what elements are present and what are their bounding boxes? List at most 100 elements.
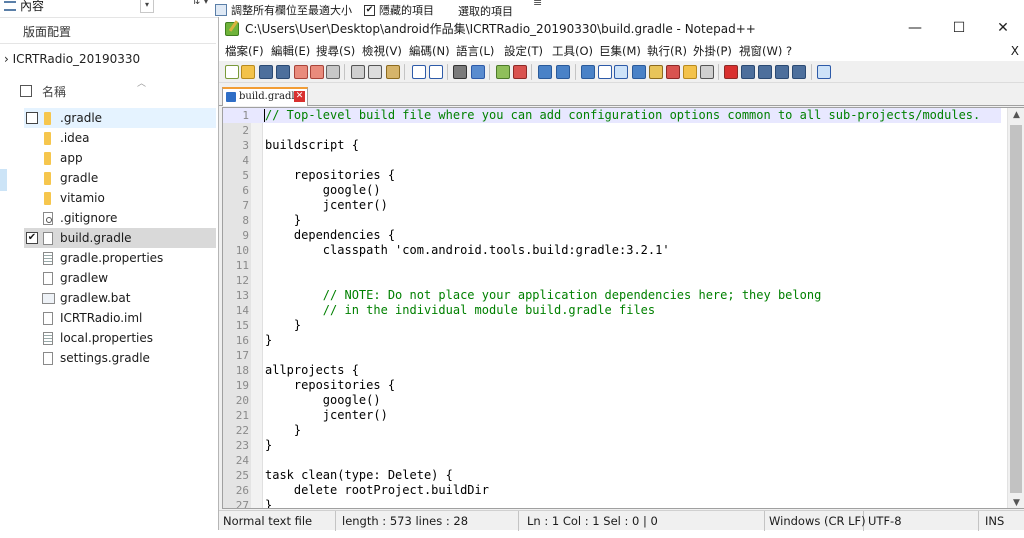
code-line[interactable]: 14 // in the individual module build.gra… [223, 303, 1001, 318]
stop-macro-icon[interactable] [741, 65, 755, 79]
code-line[interactable]: 16} [223, 333, 1001, 348]
minimize-button[interactable]: — [897, 17, 933, 41]
code-line[interactable]: 7 jcenter() [223, 198, 1001, 213]
tab-build-gradle[interactable]: build.gradle ✕ [222, 87, 308, 106]
menu-item[interactable]: 設定(T) [504, 41, 543, 61]
code-line[interactable]: 12 [223, 273, 1001, 288]
maximize-button[interactable]: ☐ [941, 17, 977, 41]
indent-guide-icon[interactable] [614, 65, 628, 79]
udl-icon[interactable] [632, 65, 646, 79]
code-line[interactable]: 1 // Top-level build file where you can a… [223, 108, 1001, 123]
code-line[interactable]: 15 } [223, 318, 1001, 333]
code-line[interactable]: 10 classpath 'com.android.tools.build:gr… [223, 243, 1001, 258]
code-line[interactable]: 24 [223, 453, 1001, 468]
scroll-up-arrow-icon[interactable]: ▲ [1008, 110, 1024, 120]
code-editor[interactable]: 1 // Top-level build file where you can a… [222, 107, 1024, 509]
play-macro-icon[interactable] [758, 65, 772, 79]
file-list-item[interactable]: ICRTRadio.iml [24, 308, 216, 328]
word-wrap-icon[interactable] [581, 65, 595, 79]
title-bar[interactable]: C:\Users\User\Desktop\android作品集\ICRTRad… [219, 17, 1024, 41]
file-list-item[interactable]: ✔ build.gradle [24, 228, 216, 248]
save-all-icon[interactable] [276, 65, 290, 79]
code-line[interactable]: 4 [223, 153, 1001, 168]
function-list-icon[interactable] [666, 65, 680, 79]
folder-workspace-icon[interactable] [683, 65, 697, 79]
code-line[interactable]: 13 // NOTE: Do not place your applicatio… [223, 288, 1001, 303]
scrollbar-thumb[interactable] [1010, 125, 1022, 493]
close-button[interactable]: ✕ [985, 17, 1021, 41]
file-list-item[interactable]: gradle [24, 168, 216, 188]
code-line[interactable]: 19 repositories { [223, 378, 1001, 393]
file-list-item[interactable]: gradlew.bat [24, 288, 216, 308]
menu-item[interactable]: 檢視(V) [362, 41, 402, 61]
code-line[interactable]: 23} [223, 438, 1001, 453]
menu-item[interactable]: 檔案(F) [225, 41, 264, 61]
all-chars-icon[interactable] [598, 65, 612, 79]
file-list-item[interactable]: gradlew [24, 268, 216, 288]
code-line[interactable]: 11 [223, 258, 1001, 273]
code-line[interactable]: 21 jcenter() [223, 408, 1001, 423]
menu-item[interactable]: 視窗(W) [739, 41, 782, 61]
code-line[interactable]: 5 repositories { [223, 168, 1001, 183]
file-list-item[interactable]: vitamio [24, 188, 216, 208]
file-list-item[interactable]: app [24, 148, 216, 168]
file-list-item[interactable]: .idea [24, 128, 216, 148]
vertical-scrollbar[interactable]: ▲ ▼ [1007, 108, 1024, 508]
undo-icon[interactable] [412, 65, 426, 79]
doc-map-icon[interactable] [649, 65, 663, 79]
close-icon[interactable] [294, 65, 308, 79]
sync-horizontal-icon[interactable] [556, 65, 570, 79]
code-line[interactable]: 3 buildscript { [223, 138, 1001, 153]
code-line[interactable]: 22 } [223, 423, 1001, 438]
print-icon[interactable] [326, 65, 340, 79]
menu-item[interactable]: 搜尋(S) [316, 41, 355, 61]
redo-icon[interactable] [429, 65, 443, 79]
breadcrumb[interactable]: › ICRTRadio_20190330 [0, 48, 216, 70]
new-file-icon[interactable] [225, 65, 239, 79]
save-icon[interactable] [259, 65, 273, 79]
item-checkbox[interactable] [26, 112, 38, 124]
code-line[interactable]: 27} [223, 498, 1001, 508]
cut-icon[interactable] [351, 65, 365, 79]
find-icon[interactable] [453, 65, 467, 79]
run-macro-multiple-icon[interactable] [775, 65, 789, 79]
resize-columns-button[interactable]: 調整所有欄位至最適大小 ✔ 隱藏的項目 [215, 2, 434, 18]
code-line[interactable]: 8 } [223, 213, 1001, 228]
record-macro-icon[interactable] [724, 65, 738, 79]
monitoring-icon[interactable] [700, 65, 714, 79]
select-all-checkbox[interactable] [20, 85, 32, 97]
replace-icon[interactable] [471, 65, 485, 79]
view-pane-button[interactable]: 內容 [4, 0, 44, 14]
menu-item[interactable]: 編碼(N) [409, 41, 450, 61]
file-list-item[interactable]: settings.gradle [24, 348, 216, 368]
scroll-down-arrow-icon[interactable]: ▼ [1008, 498, 1024, 508]
sync-vertical-icon[interactable] [538, 65, 552, 79]
zoom-in-icon[interactable] [496, 65, 510, 79]
file-list-item[interactable]: local.properties [24, 328, 216, 348]
open-file-icon[interactable] [241, 65, 255, 79]
sort-arrows-icon[interactable]: ⇅ ▾ [192, 0, 209, 7]
zoom-out-icon[interactable] [513, 65, 527, 79]
ribbon-more-icon[interactable]: ≡ [533, 0, 542, 9]
menu-item[interactable]: 巨集(M) [599, 41, 641, 61]
code-line[interactable]: 17 [223, 348, 1001, 363]
code-line[interactable]: 25 task clean(type: Delete) { [223, 468, 1001, 483]
menu-item[interactable]: 編輯(E) [271, 41, 310, 61]
file-list-item[interactable]: .gradle [24, 108, 216, 128]
layout-dropdown-icon[interactable]: ▾ [140, 0, 154, 13]
menu-item[interactable]: 執行(R) [647, 41, 687, 61]
code-line[interactable]: 26 delete rootProject.buildDir [223, 483, 1001, 498]
file-list-item[interactable]: .gitignore [24, 208, 216, 228]
code-line[interactable]: 18 allprojects { [223, 363, 1001, 378]
code-line[interactable]: 2 [223, 123, 1001, 138]
save-macro-icon[interactable] [792, 65, 806, 79]
code-line[interactable]: 9 dependencies { [223, 228, 1001, 243]
tab-close-icon[interactable]: ✕ [294, 91, 305, 102]
code-lines[interactable]: 1 // Top-level build file where you can a… [223, 108, 1001, 508]
menu-item[interactable]: ? [786, 41, 792, 61]
column-header-name[interactable]: 名稱 ︿ [20, 79, 216, 102]
close-all-icon[interactable] [310, 65, 324, 79]
menu-item[interactable]: 外掛(P) [693, 41, 732, 61]
close-document-button[interactable]: X [1011, 41, 1019, 61]
file-list-item[interactable]: gradle.properties [24, 248, 216, 268]
